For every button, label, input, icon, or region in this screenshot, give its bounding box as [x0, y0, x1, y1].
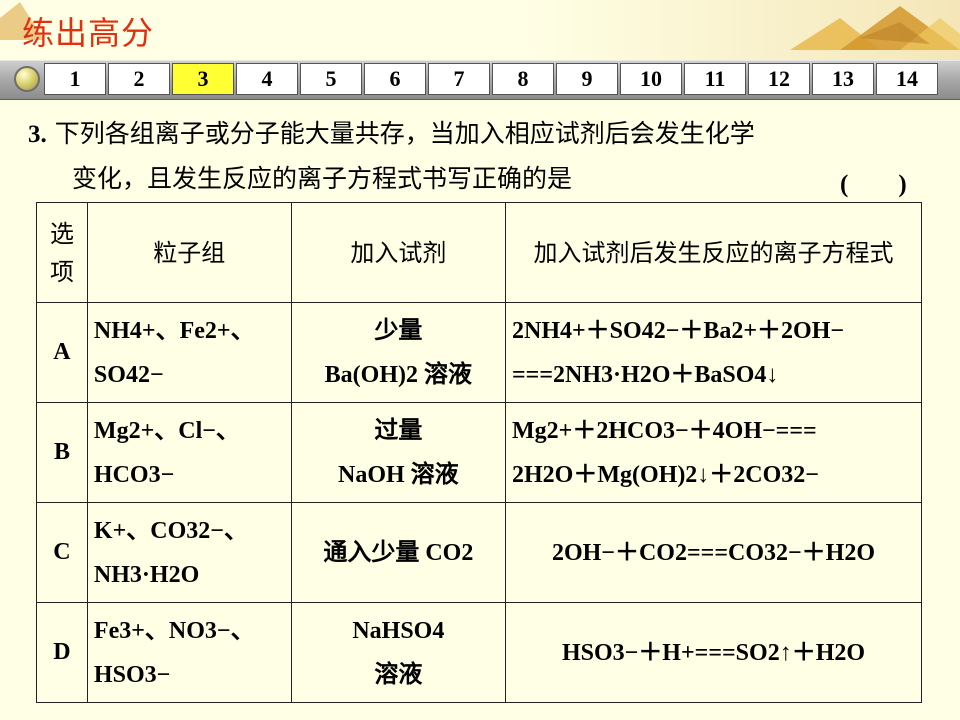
ionic-equation: 2NH4+＋SO42−＋Ba2+＋2OH− ===2NH3·H2O＋BaSO4↓: [505, 302, 922, 403]
table-row: B Mg2+、Cl−、 HCO3− 过量 NaOH 溶液 Mg2+＋2HCO3−＋4OH−…: [36, 402, 922, 503]
nav-home-button[interactable]: [14, 66, 40, 92]
question-number: 3: [28, 121, 41, 148]
header-particles: 粒子组: [86, 202, 292, 303]
question-tab-2[interactable]: 2: [108, 63, 170, 95]
question-tab-6[interactable]: 6: [364, 63, 426, 95]
particles-line-1: NH4+、Fe2+、: [93, 317, 255, 344]
equation-line-1: 2OH−＋CO2===CO32−＋H2O: [551, 539, 876, 566]
equation-line-1: Mg2+＋2HCO3−＋4OH−===: [512, 417, 817, 444]
reagent-line-1: 少量: [374, 317, 423, 344]
option-letter: B: [36, 402, 88, 503]
table-row: C K+、CO32−、 NH3·H2O 通入少量 CO2 2OH−＋CO2===CO32…: [36, 502, 922, 603]
question-tab-11[interactable]: 11: [684, 63, 746, 95]
question-tab-5[interactable]: 5: [300, 63, 362, 95]
options-table: 选项 粒子组 加入试剂 加入试剂后发生反应的离子方程式 A NH4+、Fe2+、 S…: [36, 202, 922, 703]
table-row: D Fe3+、NO3−、 HSO3− NaHSO4 溶液 HSO3−＋H+===SO2↑＋…: [36, 602, 922, 703]
reagent-line-2: Ba(OH)2 溶液: [324, 361, 472, 388]
question-tab-8[interactable]: 8: [492, 63, 554, 95]
question-tab-1[interactable]: 1: [44, 63, 106, 95]
header-reagent: 加入试剂: [290, 202, 507, 303]
question-number-tabs: 1 2 3 4 5 6 7 8 9 10 11 12 13 14: [44, 63, 940, 95]
equation-line-2: ===2NH3·H2O＋BaSO4↓: [512, 361, 779, 388]
reagent-cell: NaHSO4 溶液: [290, 602, 507, 703]
ionic-equation: HSO3−＋H+===SO2↑＋H2O: [505, 602, 922, 703]
particles-line-2: NH3·H2O: [93, 561, 200, 588]
particles-line-2: HCO3−: [93, 461, 175, 488]
reagent-line-2: 溶液: [374, 661, 423, 688]
reagent-cell: 通入少量 CO2: [290, 502, 507, 603]
question-text: 3. 下列各组离子或分子能大量共存，当加入相应试剂后会发生化学 变化，且发生反应…: [28, 119, 755, 193]
question-tab-3[interactable]: 3: [172, 63, 234, 95]
question-tab-13[interactable]: 13: [812, 63, 874, 95]
particles-line-2: HSO3−: [93, 661, 171, 688]
answer-blank: ( ): [840, 171, 907, 198]
question-tab-10[interactable]: 10: [620, 63, 682, 95]
particles-line-1: Mg2+、Cl−、: [93, 417, 240, 444]
question-tab-4[interactable]: 4: [236, 63, 298, 95]
page-title: 练出高分: [22, 14, 155, 52]
option-letter: C: [36, 502, 88, 603]
particle-group: NH4+、Fe2+、 SO42−: [86, 302, 292, 403]
option-letter: D: [36, 602, 88, 703]
question-tab-14[interactable]: 14: [876, 63, 938, 95]
particle-group: K+、CO32−、 NH3·H2O: [86, 502, 292, 603]
reagent-line-1: NaHSO4: [352, 617, 445, 644]
reagent-line-1: 通入少量 CO2: [323, 539, 474, 566]
question-line-1: 下列各组离子或分子能大量共存，当加入相应试剂后会发生化学: [54, 119, 755, 148]
question-tab-9[interactable]: 9: [556, 63, 618, 95]
ionic-equation: 2OH−＋CO2===CO32−＋H2O: [505, 502, 922, 603]
table-header-row: 选项 粒子组 加入试剂 加入试剂后发生反应的离子方程式: [36, 202, 922, 303]
header-equation: 加入试剂后发生反应的离子方程式: [505, 202, 922, 303]
reagent-line-1: 过量: [374, 417, 423, 444]
question-line-2: 变化，且发生反应的离子方程式书写正确的是: [72, 164, 573, 193]
reagent-cell: 少量 Ba(OH)2 溶液: [290, 302, 507, 403]
ionic-equation: Mg2+＋2HCO3−＋4OH−=== 2H2O＋Mg(OH)2↓＋2CO32−: [505, 402, 922, 503]
equation-line-1: 2NH4+＋SO42−＋Ba2+＋2OH−: [512, 317, 845, 344]
question-tab-7[interactable]: 7: [428, 63, 490, 95]
question-tab-12[interactable]: 12: [748, 63, 810, 95]
particle-group: Mg2+、Cl−、 HCO3−: [86, 402, 292, 503]
particles-line-2: SO42−: [93, 361, 164, 388]
table-row: A NH4+、Fe2+、 SO42− 少量 Ba(OH)2 溶液 2NH4+＋SO42−＋…: [36, 302, 922, 403]
equation-line-1: HSO3−＋H+===SO2↑＋H2O: [561, 639, 866, 666]
equation-line-2: 2H2O＋Mg(OH)2↓＋2CO32−: [512, 461, 819, 488]
reagent-line-2: NaOH 溶液: [337, 461, 459, 488]
particles-line-1: K+、CO32−、: [93, 517, 248, 544]
particles-line-1: Fe3+、NO3−、: [93, 617, 255, 644]
option-letter: A: [36, 302, 88, 403]
reagent-cell: 过量 NaOH 溶液: [290, 402, 507, 503]
header-option: 选项: [36, 202, 88, 303]
particle-group: Fe3+、NO3−、 HSO3−: [86, 602, 292, 703]
